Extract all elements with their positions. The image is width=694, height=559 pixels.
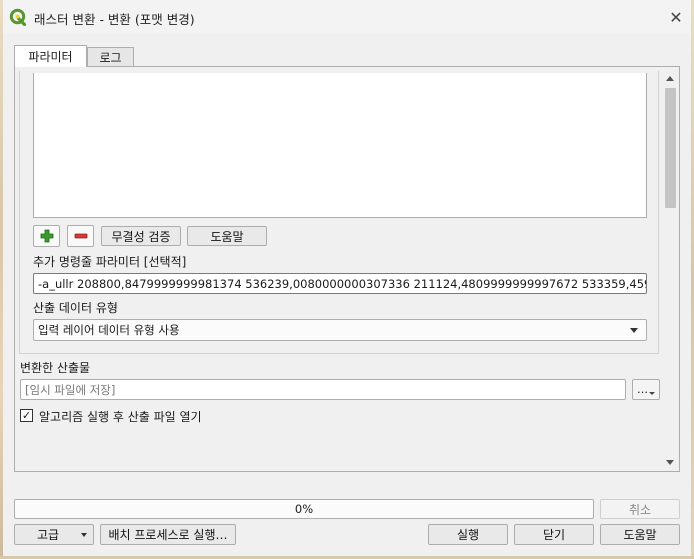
scrollbar-thumb[interactable] (665, 88, 676, 208)
converted-output-placeholder: [임시 파일에 저장] (25, 382, 116, 397)
advanced-label: 고급 (37, 528, 60, 542)
qgis-logo-icon (9, 8, 27, 26)
add-row-button[interactable] (33, 225, 60, 247)
browse-ellipsis: … (637, 383, 648, 396)
window-title: 래스터 변환 - 변환 (포맷 변경) (34, 12, 195, 27)
close-window-button[interactable]: ✕ (666, 7, 686, 27)
converted-output-label: 변환한 산출물 (20, 361, 91, 375)
chevron-down-icon (81, 532, 87, 537)
advanced-dropdown-button[interactable]: 고급 (14, 524, 94, 545)
open-after-checkbox[interactable]: ✓ (20, 409, 33, 422)
scroll-up-arrow[interactable] (666, 76, 674, 81)
run-button[interactable]: 실행 (428, 524, 508, 545)
plus-icon (40, 229, 53, 243)
close-button[interactable]: 닫기 (514, 524, 594, 545)
parameter-list[interactable] (33, 73, 647, 218)
tab-parameters[interactable]: 파라미터 (14, 45, 87, 67)
extra-params-value: -a_ullr 208800,8479999999981374 536239,0… (38, 276, 646, 291)
check-icon: ✓ (21, 409, 32, 422)
browse-output-button[interactable]: … (632, 379, 660, 400)
extra-params-label: 추가 명령줄 파라미터 [선택적] (33, 255, 187, 269)
cancel-button[interactable]: 취소 (600, 499, 680, 519)
output-type-select[interactable]: 입력 레이어 데이터 유형 사용 (33, 319, 647, 341)
window-edge-left (0, 0, 3, 559)
progress-bar: 0% (14, 499, 594, 519)
minus-icon (74, 233, 87, 239)
list-help-button[interactable]: 도움말 (187, 226, 267, 246)
help-button[interactable]: 도움말 (600, 524, 680, 545)
validate-button[interactable]: 무결성 검증 (101, 226, 181, 246)
output-type-value: 입력 레이어 데이터 유형 사용 (38, 323, 180, 337)
extra-params-input[interactable]: -a_ullr 208800,8479999999981374 536239,0… (33, 273, 647, 294)
scroll-down-arrow[interactable] (666, 460, 674, 465)
open-after-label: 알고리즘 실행 후 산출 파일 열기 (39, 410, 202, 424)
menu-arrow-icon (649, 392, 655, 395)
progress-text: 0% (294, 502, 314, 516)
batch-process-button[interactable]: 배치 프로세스로 실행… (100, 524, 236, 545)
output-type-label: 산출 데이터 유형 (33, 301, 118, 315)
converted-output-input[interactable]: [임시 파일에 저장] (20, 379, 626, 400)
remove-row-button[interactable] (67, 225, 94, 247)
tab-log[interactable]: 로그 (87, 47, 134, 66)
chevron-down-icon (630, 327, 638, 333)
